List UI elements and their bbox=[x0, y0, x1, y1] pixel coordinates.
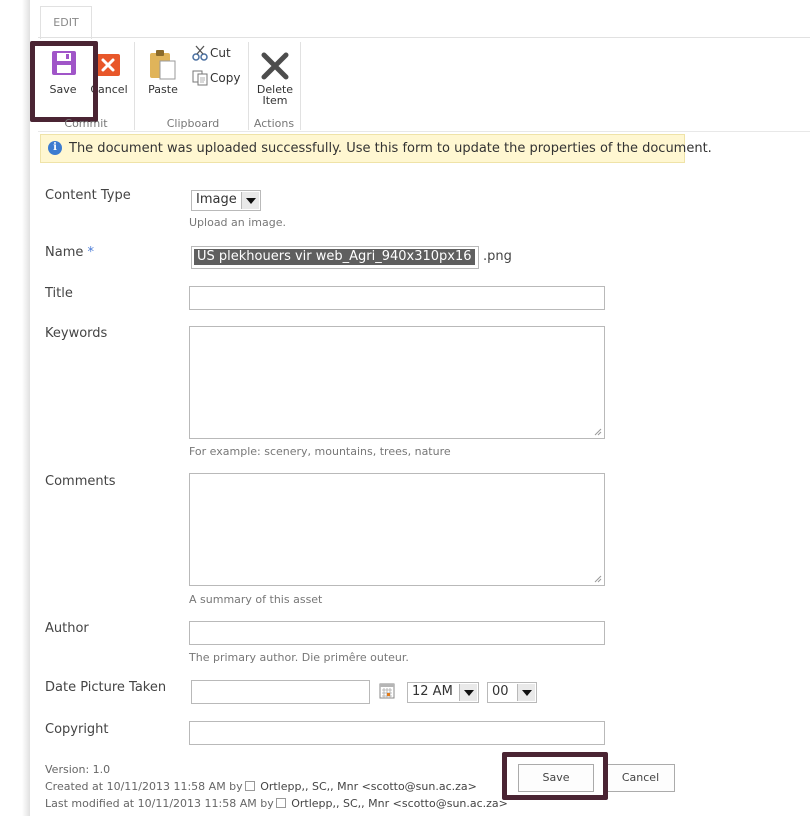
save-highlight-box bbox=[502, 752, 608, 800]
paste-label: Paste bbox=[148, 83, 178, 96]
name-input-value: US plekhouers vir web_Agri_940x310px16 bbox=[194, 249, 475, 265]
content-type-select[interactable]: Image bbox=[191, 190, 261, 211]
author-hint: The primary author. Die primêre outeur. bbox=[189, 651, 409, 664]
copyright-input[interactable] bbox=[189, 721, 605, 745]
author-input[interactable] bbox=[189, 621, 605, 645]
name-input[interactable]: US plekhouers vir web_Agri_940x310px16 bbox=[191, 246, 479, 269]
resize-grip-icon[interactable] bbox=[594, 428, 602, 436]
group-label-commit: Commit bbox=[64, 117, 108, 130]
info-icon: i bbox=[48, 141, 62, 155]
group-divider bbox=[134, 42, 135, 130]
scissors-icon bbox=[192, 45, 208, 61]
hour-select[interactable]: 12 AM bbox=[407, 682, 479, 703]
x-icon bbox=[96, 54, 120, 76]
cut-label: Cut bbox=[210, 46, 231, 60]
ribbon-tab-divider bbox=[38, 37, 810, 38]
name-extension: .png bbox=[483, 249, 512, 264]
content-type-hint: Upload an image. bbox=[189, 216, 287, 229]
modified-info: Last modified at 10/11/2013 11:58 AM by … bbox=[45, 797, 508, 810]
delete-item-button[interactable]: Delete Item bbox=[252, 44, 298, 114]
group-divider bbox=[248, 42, 249, 130]
created-by[interactable]: Ortlepp,, SC,, Mnr <scotto@sun.ac.za> bbox=[260, 780, 477, 793]
copy-label: Copy bbox=[210, 71, 241, 85]
content-type-value: Image bbox=[196, 192, 237, 207]
comments-label: Comments bbox=[45, 474, 116, 489]
modified-by[interactable]: Ortlepp,, SC,, Mnr <scotto@sun.ac.za> bbox=[291, 797, 508, 810]
comments-hint: A summary of this asset bbox=[189, 593, 323, 606]
date-input[interactable] bbox=[191, 680, 370, 704]
copy-icon bbox=[192, 70, 208, 86]
author-label: Author bbox=[45, 621, 89, 636]
keywords-hint: For example: scenery, mountains, trees, … bbox=[189, 445, 451, 458]
created-prefix: Created at 10/11/2013 11:58 AM by bbox=[45, 780, 243, 793]
keywords-textarea[interactable] bbox=[189, 326, 605, 439]
copyright-label: Copyright bbox=[45, 722, 109, 737]
page-edge-shadow bbox=[22, 0, 30, 816]
cancel-button[interactable]: Cancel bbox=[606, 764, 675, 792]
minute-value: 00 bbox=[492, 684, 509, 699]
group-label-actions: Actions bbox=[253, 117, 295, 130]
chevron-down-icon bbox=[459, 684, 477, 701]
date-taken-label: Date Picture Taken bbox=[45, 680, 167, 695]
ribbon-bottom-border bbox=[38, 131, 810, 132]
required-marker: * bbox=[87, 245, 95, 260]
version-text: Version: 1.0 bbox=[45, 763, 111, 776]
tab-edit[interactable]: EDIT bbox=[40, 6, 92, 39]
status-message: The document was uploaded successfully. … bbox=[69, 141, 712, 156]
name-label-text: Name bbox=[45, 245, 84, 260]
chevron-down-icon bbox=[241, 192, 259, 209]
hour-value: 12 AM bbox=[412, 684, 453, 699]
group-label-clipboard: Clipboard bbox=[166, 117, 220, 130]
created-info: Created at 10/11/2013 11:58 AM by Ortlep… bbox=[45, 780, 477, 793]
status-bar: i The document was uploaded successfully… bbox=[40, 134, 712, 163]
paste-button[interactable]: Paste bbox=[140, 44, 186, 114]
keywords-label: Keywords bbox=[45, 326, 108, 341]
clipboard-icon bbox=[150, 50, 176, 80]
cut-button[interactable]: Cut bbox=[190, 45, 242, 61]
x-icon bbox=[261, 52, 289, 80]
title-label: Title bbox=[45, 286, 73, 301]
content-type-label: Content Type bbox=[45, 188, 131, 203]
name-label: Name * bbox=[45, 245, 94, 260]
delete-label-line2: Item bbox=[262, 94, 288, 107]
calendar-icon[interactable] bbox=[379, 683, 395, 699]
save-highlight-box bbox=[30, 41, 98, 122]
chevron-down-icon bbox=[517, 684, 535, 701]
presence-icon bbox=[275, 798, 286, 808]
presence-icon bbox=[244, 781, 255, 791]
copy-button[interactable]: Copy bbox=[190, 70, 244, 86]
group-divider bbox=[300, 42, 301, 130]
resize-grip-icon[interactable] bbox=[594, 575, 602, 583]
comments-textarea[interactable] bbox=[189, 473, 605, 586]
modified-prefix: Last modified at 10/11/2013 11:58 AM by bbox=[45, 797, 274, 810]
minute-select[interactable]: 00 bbox=[487, 682, 537, 703]
title-input[interactable] bbox=[189, 286, 605, 310]
